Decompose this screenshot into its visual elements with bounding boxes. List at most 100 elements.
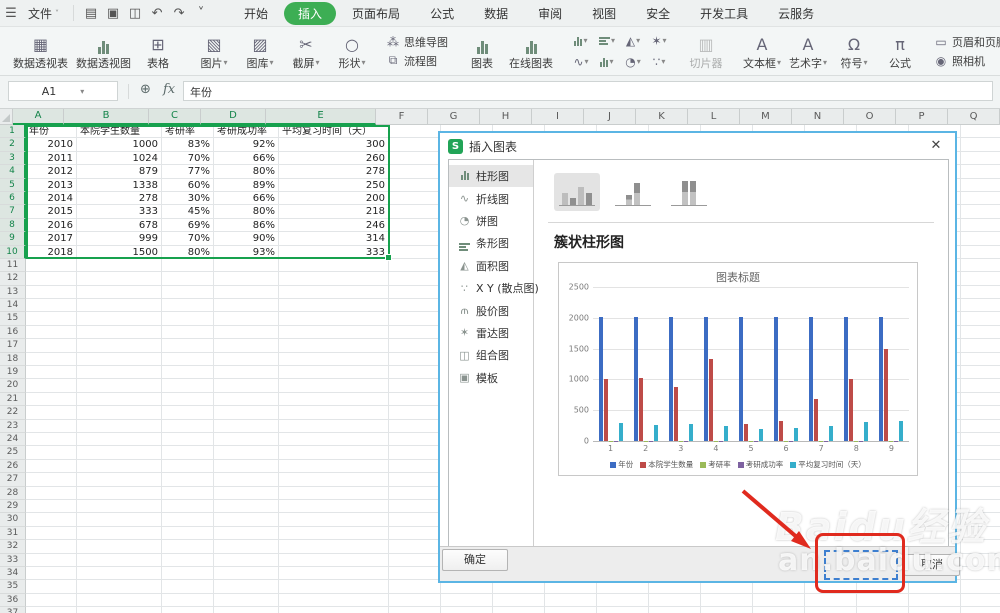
cell-A11[interactable] [26,259,77,272]
cell-A14[interactable] [26,299,77,312]
ribbon-流程图[interactable]: ⧉流程图 [386,53,448,69]
cell-D13[interactable] [214,286,279,299]
cell-F18[interactable] [389,353,441,366]
ribbon-符号[interactable]: Ω符号▾ [832,31,876,72]
cell-F13[interactable] [389,286,441,299]
cell-E13[interactable] [279,286,389,299]
cell-A16[interactable] [26,326,77,339]
row-header-6[interactable]: 6 [0,192,26,205]
cell-D32[interactable] [214,540,279,553]
tab-安全[interactable]: 安全 [632,2,684,25]
cell-D27[interactable] [214,473,279,486]
cell-A1[interactable]: 年份 [26,125,77,138]
cell-A31[interactable] [26,527,77,540]
cell-E9[interactable]: 314 [279,232,389,245]
cell-M36[interactable] [753,594,805,607]
ribbon-艺术字[interactable]: A艺术字▾ [786,31,830,72]
cell-F28[interactable] [389,487,441,500]
ribbon-pie-chart[interactable]: ◔▾ [620,51,646,72]
thumbnail-percent-stacked-column[interactable] [666,173,712,211]
cell-Q8[interactable] [961,219,1000,232]
cell-Q36[interactable] [961,594,1000,607]
cell-B5[interactable]: 1338 [77,179,162,192]
cell-B33[interactable] [77,554,162,567]
cell-A32[interactable] [26,540,77,553]
cell-D20[interactable] [214,379,279,392]
cell-F27[interactable] [389,473,441,486]
cell-B7[interactable]: 333 [77,205,162,218]
cell-B37[interactable] [77,607,162,613]
cell-A30[interactable] [26,513,77,526]
cell-Q28[interactable] [961,487,1000,500]
cell-E14[interactable] [279,299,389,312]
ribbon-area-chart[interactable]: ◭▾ [620,30,646,51]
cell-E8[interactable]: 246 [279,219,389,232]
row-header-2[interactable]: 2 [0,138,26,151]
row-header-17[interactable]: 17 [0,339,26,352]
tab-云服务[interactable]: 云服务 [764,2,828,25]
cell-I36[interactable] [545,594,597,607]
cell-A37[interactable] [26,607,77,613]
tab-视图[interactable]: 视图 [578,2,630,25]
cell-C16[interactable] [162,326,214,339]
row-header-35[interactable]: 35 [0,580,26,593]
cell-F23[interactable] [389,420,441,433]
cell-A12[interactable] [26,272,77,285]
column-header-I[interactable]: I [532,109,584,125]
cell-A9[interactable]: 2017 [26,232,77,245]
chart-type-饼图[interactable]: ◔饼图 [449,210,533,232]
cell-Q1[interactable] [961,125,1000,138]
cell-B11[interactable] [77,259,162,272]
row-header-21[interactable]: 21 [0,393,26,406]
ribbon-照相机[interactable]: ◉照相机 [934,53,1000,69]
cell-B35[interactable] [77,580,162,593]
cell-B36[interactable] [77,594,162,607]
tab-公式[interactable]: 公式 [416,2,468,25]
cell-A8[interactable]: 2016 [26,219,77,232]
cell-E27[interactable] [279,473,389,486]
cell-E4[interactable]: 278 [279,165,389,178]
cell-F4[interactable] [389,165,441,178]
cell-C3[interactable]: 70% [162,152,214,165]
cell-D21[interactable] [214,393,279,406]
cell-B13[interactable] [77,286,162,299]
dialog-titlebar[interactable]: S 插入图表 ✕ [440,133,955,159]
row-header-36[interactable]: 36 [0,594,26,607]
cell-F6[interactable] [389,192,441,205]
cell-Q2[interactable] [961,138,1000,151]
cell-F20[interactable] [389,379,441,392]
cell-C27[interactable] [162,473,214,486]
row-header-11[interactable]: 11 [0,259,26,272]
cell-C26[interactable] [162,460,214,473]
cell-D36[interactable] [214,594,279,607]
cell-E37[interactable] [279,607,389,613]
cell-F25[interactable] [389,446,441,459]
cell-E12[interactable] [279,272,389,285]
cell-C14[interactable] [162,299,214,312]
cell-C10[interactable]: 80% [162,246,214,259]
cell-B10[interactable]: 1500 [77,246,162,259]
cell-D26[interactable] [214,460,279,473]
column-header-L[interactable]: L [688,109,740,125]
cell-Q18[interactable] [961,353,1000,366]
cell-D22[interactable] [214,406,279,419]
column-header-A[interactable]: A [13,109,64,125]
cell-B28[interactable] [77,487,162,500]
cell-M37[interactable] [753,607,805,613]
chart-type-X Y (散点图)[interactable]: ∵X Y (散点图) [449,277,533,299]
cell-C33[interactable] [162,554,214,567]
cell-C36[interactable] [162,594,214,607]
cell-E6[interactable]: 200 [279,192,389,205]
cell-B14[interactable] [77,299,162,312]
cell-C15[interactable] [162,312,214,325]
cell-A34[interactable] [26,567,77,580]
cell-C28[interactable] [162,487,214,500]
cell-F10[interactable] [389,246,441,259]
formula-input[interactable]: 年份 [183,81,993,101]
cell-E33[interactable] [279,554,389,567]
cell-G36[interactable] [441,594,493,607]
cell-C34[interactable] [162,567,214,580]
cell-E32[interactable] [279,540,389,553]
cell-Q5[interactable] [961,179,1000,192]
chart-type-股价图[interactable]: ⫙股价图 [449,299,533,321]
